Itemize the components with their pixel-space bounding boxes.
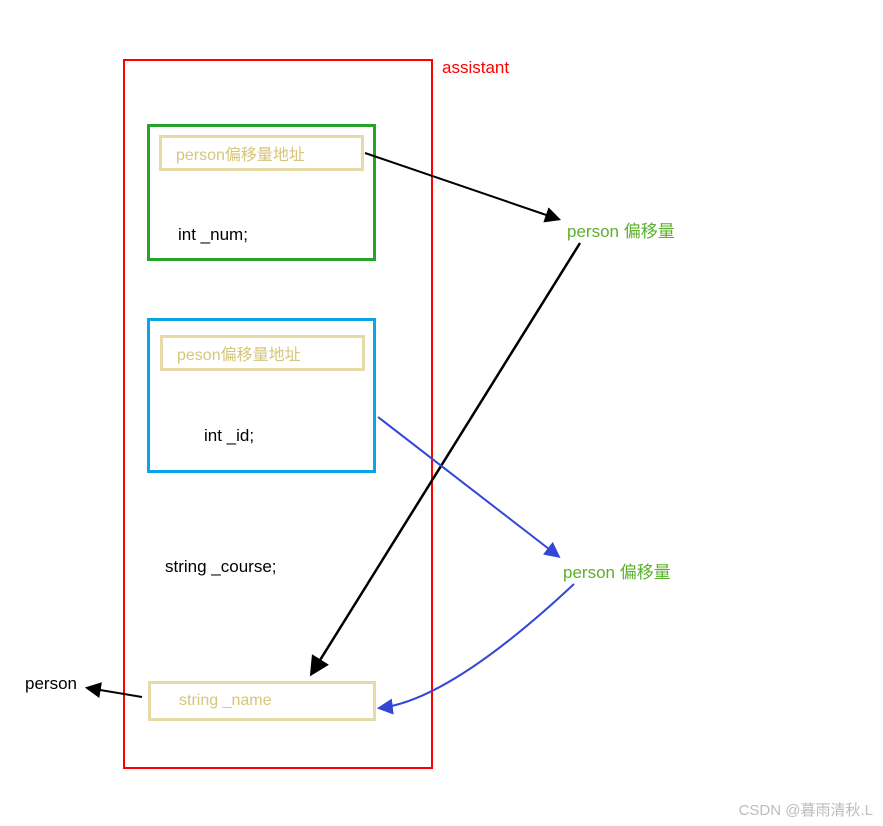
course-field-label: string _course; <box>165 557 277 577</box>
blue-addr-label: peson偏移量地址 <box>177 341 301 365</box>
blue-field-label: int _id; <box>204 426 254 446</box>
blue-addr-box: peson偏移量地址 <box>160 335 365 371</box>
person-offset-label-1: person 偏移量 <box>567 217 675 242</box>
person-label: person <box>25 674 77 694</box>
name-box-label: string _name <box>179 692 272 710</box>
watermark: CSDN @暮雨清秋.L <box>739 799 873 820</box>
assistant-label: assistant <box>442 58 509 78</box>
green-field-label: int _num; <box>178 225 248 245</box>
diagram-canvas: assistant person偏移量地址 int _num; peson偏移量… <box>0 0 883 826</box>
person-offset-label-2: person 偏移量 <box>563 558 671 583</box>
green-addr-box: person偏移量地址 <box>159 135 364 171</box>
name-box: string _name <box>148 681 376 721</box>
green-addr-label: person偏移量地址 <box>176 141 305 165</box>
